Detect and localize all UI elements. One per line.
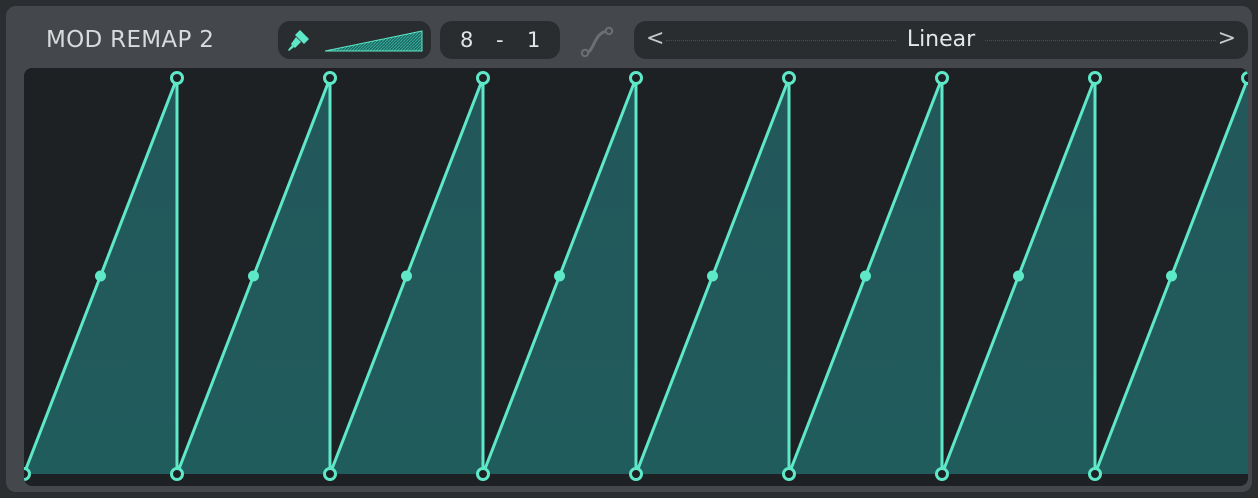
curve-tension-handle[interactable] <box>554 270 565 282</box>
curve-node-point[interactable] <box>170 71 184 85</box>
curve-tension-handle[interactable] <box>95 270 106 282</box>
curve-node-point[interactable] <box>782 71 796 85</box>
ramp-shape-icon[interactable] <box>325 30 423 52</box>
curve-node-point[interactable] <box>476 467 490 481</box>
curve-tension-handle[interactable] <box>248 270 259 282</box>
step-separator: - <box>496 28 504 52</box>
paint-mode-group[interactable] <box>278 21 431 59</box>
preset-name[interactable]: Linear <box>896 27 986 52</box>
curve-smooth-icon[interactable] <box>579 23 617 61</box>
curve-tension-handle[interactable] <box>707 270 718 282</box>
paint-brush-icon[interactable] <box>286 27 312 53</box>
curve-node-point[interactable] <box>476 71 490 85</box>
curve-node-point[interactable] <box>935 71 949 85</box>
mod-curve-editor[interactable] <box>24 68 1248 486</box>
module-title: MOD REMAP 2 <box>46 27 215 53</box>
curve-node-point[interactable] <box>1088 467 1102 481</box>
step-left-value[interactable]: 8 <box>460 28 473 52</box>
step-range-display[interactable]: 8 - 1 <box>440 21 560 59</box>
preset-next-button[interactable]: > <box>1218 26 1236 51</box>
curve-node-point[interactable] <box>323 71 337 85</box>
curve-node-point[interactable] <box>629 467 643 481</box>
mod-remap-panel: MOD REMAP 2 8 - 1 < Linear > <box>6 6 1252 492</box>
curve-node-point[interactable] <box>1088 71 1102 85</box>
curve-node-point[interactable] <box>935 467 949 481</box>
step-right-value[interactable]: 1 <box>527 28 540 52</box>
preset-selector[interactable]: < Linear > <box>634 21 1248 59</box>
curve-node-point[interactable] <box>24 467 31 481</box>
curve-tension-handle[interactable] <box>401 270 412 282</box>
curve-tension-handle[interactable] <box>860 270 871 282</box>
curve-node-point[interactable] <box>323 467 337 481</box>
curve-tension-handle[interactable] <box>1013 270 1024 282</box>
curve-node-point[interactable] <box>1241 71 1249 85</box>
curve-node-point[interactable] <box>170 467 184 481</box>
curve-tension-handle[interactable] <box>1166 270 1177 282</box>
curve-node-point[interactable] <box>782 467 796 481</box>
curve-node-point[interactable] <box>629 71 643 85</box>
